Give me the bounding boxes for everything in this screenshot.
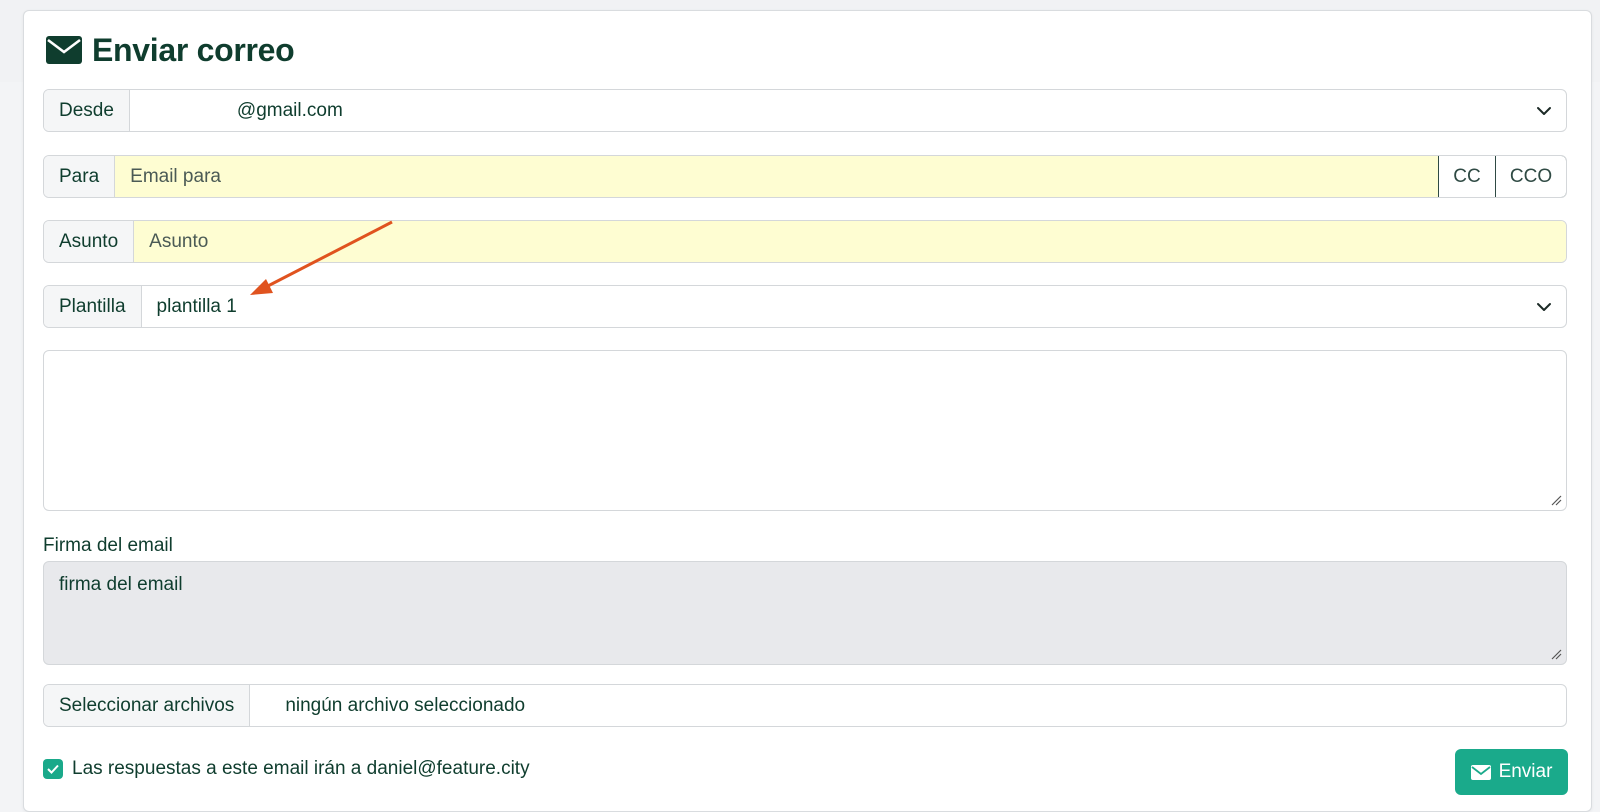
chevron-down-icon — [1537, 302, 1551, 311]
file-input-status[interactable]: ningún archivo seleccionado — [250, 685, 1566, 726]
send-button-label: Enviar — [1498, 761, 1553, 782]
template-select[interactable]: plantilla 1 — [142, 286, 1566, 327]
signature-text: firma del email — [59, 574, 183, 595]
check-icon — [47, 764, 59, 774]
from-select-value: @gmail.com — [236, 99, 343, 121]
page-title-text: Enviar correo — [92, 31, 295, 68]
from-select-group: Desde @gmail.com — [43, 89, 1567, 132]
subject-placeholder: Asunto — [149, 230, 209, 252]
cc-button[interactable]: CC — [1439, 156, 1495, 197]
from-select[interactable]: @gmail.com — [130, 90, 1566, 131]
subject-input[interactable]: Asunto — [134, 221, 1566, 262]
to-email-input[interactable]: Email para — [115, 156, 1438, 197]
page-title: Enviar correo — [46, 30, 295, 70]
from-label: Desde — [44, 90, 130, 131]
resize-handle-icon[interactable] — [1550, 648, 1562, 660]
template-label: Plantilla — [44, 286, 142, 327]
template-select-group: Plantilla plantilla 1 — [43, 285, 1567, 328]
subject-input-group: Asunto Asunto — [43, 220, 1567, 263]
to-email-placeholder: Email para — [130, 165, 221, 187]
chevron-down-icon — [1537, 106, 1551, 115]
template-select-value: plantilla 1 — [156, 295, 237, 317]
resize-handle-icon[interactable] — [1550, 494, 1562, 506]
signature-label: Firma del email — [43, 535, 173, 556]
subject-label: Asunto — [44, 221, 135, 262]
email-body-textarea[interactable] — [43, 350, 1567, 511]
reply-to-checkbox[interactable] — [43, 759, 63, 779]
envelope-icon — [46, 36, 82, 64]
select-files-button[interactable]: Seleccionar archivos — [44, 685, 251, 726]
file-status-text: ningún archivo seleccionado — [285, 694, 526, 716]
to-input-group: Para Email para CC CCO — [43, 155, 1567, 198]
signature-textarea: firma del email — [43, 561, 1567, 665]
send-button[interactable]: Enviar — [1455, 749, 1568, 795]
file-input-group: Seleccionar archivos ningún archivo sele… — [43, 684, 1567, 727]
bcc-button[interactable]: CCO — [1495, 156, 1566, 197]
envelope-icon — [1470, 764, 1491, 780]
to-label: Para — [44, 156, 116, 197]
cc-bcc-buttons: CC CCO — [1438, 156, 1566, 197]
